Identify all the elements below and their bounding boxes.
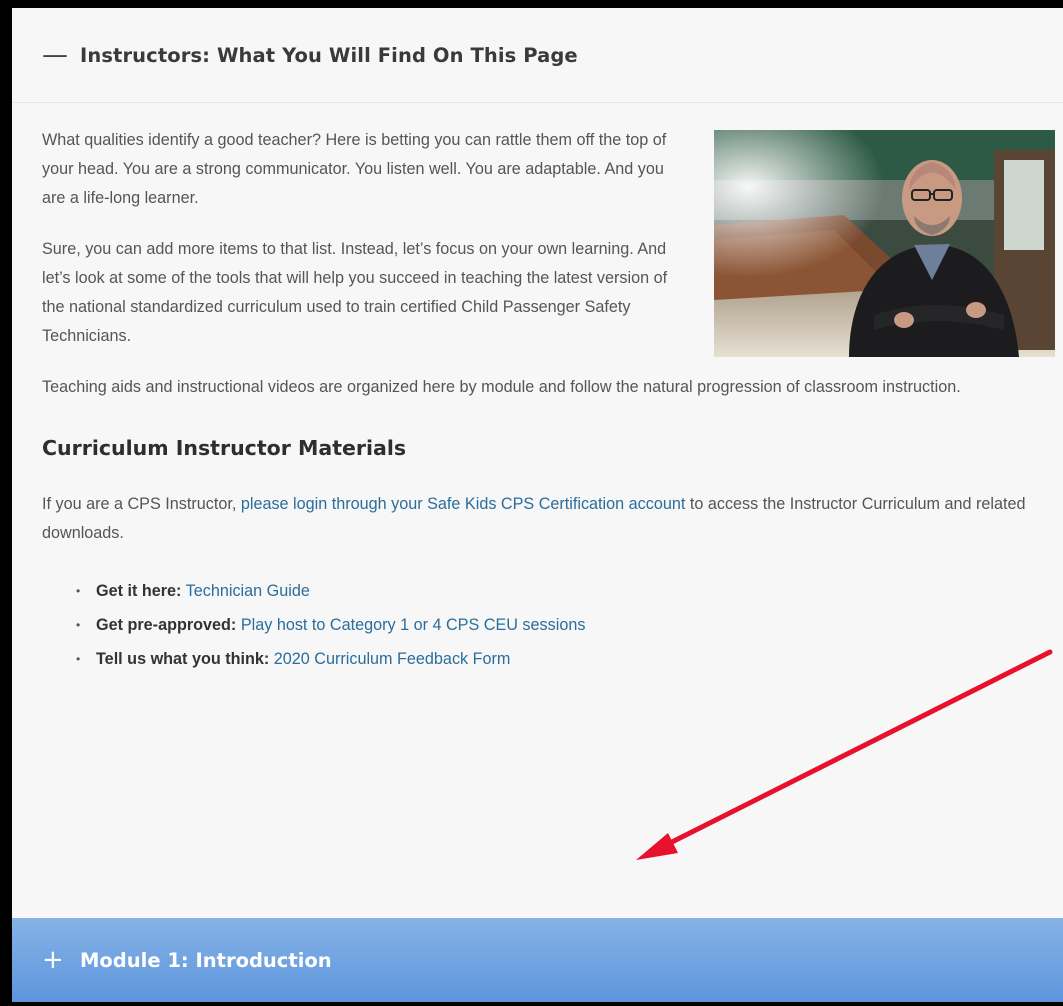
instructor-photo <box>714 130 1055 357</box>
collapse-icon[interactable]: — <box>42 42 72 68</box>
accordion-title: Instructors: What You Will Find On This … <box>80 43 578 67</box>
intro-paragraph-3: Teaching aids and instructional videos a… <box>42 378 961 396</box>
accordion-content: What qualities identify a good teacher? … <box>42 126 1055 676</box>
list-item-label: Tell us what you think: <box>96 650 270 668</box>
resource-list: • Get it here: Technician Guide • Get pr… <box>42 574 1042 676</box>
list-item: • Get it here: Technician Guide <box>68 574 1042 608</box>
cps-text-before: If you are a CPS Instructor, <box>42 495 241 513</box>
section-heading: Curriculum Instructor Materials <box>42 436 407 460</box>
expand-icon[interactable]: + <box>42 947 72 973</box>
feedback-form-link[interactable]: 2020 Curriculum Feedback Form <box>274 650 511 668</box>
bullet-icon: • <box>76 652 81 666</box>
module-title: Module 1: Introduction <box>80 948 332 972</box>
page-frame: — Instructors: What You Will Find On Thi… <box>0 0 1063 1006</box>
ceu-sessions-link[interactable]: Play host to Category 1 or 4 CPS CEU ses… <box>241 616 586 634</box>
bullet-icon: • <box>76 618 81 632</box>
list-item-label: Get pre-approved: <box>96 616 237 634</box>
list-item: • Tell us what you think: 2020 Curriculu… <box>68 642 1042 676</box>
cps-login-link[interactable]: please login through your Safe Kids CPS … <box>241 495 686 513</box>
technician-guide-link[interactable]: Technician Guide <box>186 582 310 600</box>
cps-paragraph: If you are a CPS Instructor, please logi… <box>42 490 1042 548</box>
accordion-header-module-1[interactable]: + Module 1: Introduction <box>12 918 1063 1002</box>
list-item-label: Get it here: <box>96 582 182 600</box>
bullet-icon: • <box>76 584 81 598</box>
list-item: • Get pre-approved: Play host to Categor… <box>68 608 1042 642</box>
accordion-header-instructors[interactable]: — Instructors: What You Will Find On Thi… <box>12 8 1063 103</box>
